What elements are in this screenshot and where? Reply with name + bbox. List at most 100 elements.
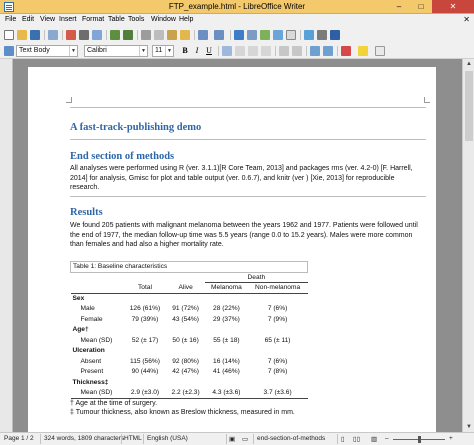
paragraph-style-combo[interactable]: Text Body ▼ — [16, 45, 78, 57]
vertical-scrollbar[interactable]: ▲ ▼ — [462, 59, 474, 432]
undo-icon[interactable] — [198, 30, 208, 40]
status-separator — [40, 434, 41, 444]
group-label: Thickness‡ — [72, 378, 109, 386]
menu-file[interactable]: File — [5, 16, 16, 23]
scroll-up-icon[interactable]: ▲ — [466, 61, 472, 67]
italic-button[interactable]: I — [192, 46, 202, 56]
column-header: Alive — [165, 282, 206, 294]
menu-help[interactable]: Help — [179, 16, 193, 23]
close-button[interactable]: ✕ — [432, 0, 474, 13]
table-cell: 55 (± 18) — [213, 336, 240, 344]
table-cell: 2.9 (±3.0) — [124, 387, 166, 399]
text-line: the end of 1977, the median follow-up ti… — [70, 231, 413, 239]
table-cell: 79 (39%) — [131, 315, 159, 323]
menu-insert[interactable]: Insert — [59, 16, 77, 23]
row-label: Mean (SD) — [70, 387, 124, 399]
align-center-icon[interactable] — [235, 46, 245, 56]
single-page-view-icon[interactable]: ▯ — [341, 435, 345, 443]
menu-format[interactable]: Format — [82, 16, 104, 23]
print-preview-icon[interactable] — [92, 30, 102, 40]
menu-edit[interactable]: Edit — [22, 16, 34, 23]
autospellcheck-icon[interactable] — [123, 30, 133, 40]
text-line: research. — [70, 184, 100, 191]
justify-icon[interactable] — [261, 46, 271, 56]
paragraph-style-value: Text Body — [19, 47, 50, 54]
toolbar-separator — [106, 30, 107, 40]
baseline-table[interactable]: Table 1: Baseline characteristics Death … — [70, 261, 308, 399]
edit-file-icon[interactable] — [48, 30, 58, 40]
zoom-out-icon[interactable]: – — [385, 435, 389, 442]
export-pdf-icon[interactable] — [66, 30, 76, 40]
menu-window[interactable]: Window — [151, 16, 176, 23]
signature-icon[interactable]: ▭ — [242, 435, 248, 443]
table-cell: 52 (± 17) — [131, 336, 159, 344]
align-right-icon[interactable] — [248, 46, 258, 56]
increase-indent-icon[interactable] — [310, 46, 320, 56]
print-icon[interactable] — [79, 30, 89, 40]
status-separator — [121, 434, 122, 444]
title-bar: FTP_example.html - LibreOffice Writer – … — [0, 0, 474, 14]
decrease-indent-icon[interactable] — [323, 46, 333, 56]
open-folder-icon[interactable] — [17, 30, 27, 40]
maximize-button[interactable]: □ — [410, 0, 432, 13]
paste-icon[interactable] — [167, 30, 177, 40]
hyperlink-icon[interactable] — [234, 30, 244, 40]
minimize-button[interactable]: – — [388, 0, 410, 13]
find-replace-icon[interactable] — [304, 30, 314, 40]
toolbar-separator — [230, 30, 231, 40]
navigator-icon[interactable] — [317, 30, 327, 40]
bullets-icon[interactable] — [279, 46, 289, 56]
menu-view[interactable]: View — [40, 16, 55, 23]
current-section: end-section-of-methods — [257, 435, 326, 442]
redo-icon[interactable] — [214, 30, 224, 40]
spellcheck-icon[interactable] — [110, 30, 120, 40]
document-page[interactable]: A fast-track-publishing demo End section… — [28, 67, 436, 432]
insert-chart-icon[interactable] — [273, 30, 283, 40]
scrollbar-thumb[interactable] — [465, 71, 473, 141]
save-icon[interactable] — [30, 30, 40, 40]
page-indicator[interactable]: Page 1 / 2 — [4, 435, 34, 442]
formatting-toolbar: Text Body ▼ Calibri ▼ 11 ▼ B I U — [0, 43, 474, 59]
book-view-icon[interactable]: ▥ — [371, 435, 377, 443]
text-language[interactable]: English (USA) — [147, 435, 188, 442]
highlight-color-icon[interactable] — [358, 46, 368, 56]
clone-formatting-icon[interactable] — [180, 30, 190, 40]
table-cell — [124, 272, 166, 283]
table-cell: 41 (46%) — [213, 368, 240, 376]
row-label: Female — [80, 315, 103, 323]
new-document-icon[interactable] — [4, 30, 14, 40]
bold-button[interactable]: B — [180, 46, 190, 56]
font-name-value: Calibri — [87, 47, 107, 54]
insert-mode-icon[interactable]: ▣ — [229, 435, 235, 443]
word-count[interactable]: 324 words, 1809 characters — [44, 435, 124, 442]
styles-icon[interactable] — [4, 46, 14, 56]
font-color-icon[interactable] — [341, 46, 351, 56]
text-line: 2014] for analysis, Gmisc for plot and t… — [70, 174, 395, 182]
numbering-icon[interactable] — [292, 46, 302, 56]
copy-icon[interactable] — [154, 30, 164, 40]
table-cell: 50 (± 16) — [172, 336, 199, 344]
font-name-combo[interactable]: Calibri ▼ — [84, 45, 148, 57]
menu-table[interactable]: Table — [108, 16, 125, 23]
menu-tools[interactable]: Tools — [128, 16, 144, 23]
chevron-down-icon: ▼ — [165, 46, 173, 56]
background-color-icon[interactable] — [375, 46, 385, 56]
zoom-in-icon[interactable]: + — [449, 435, 453, 442]
close-document-icon[interactable]: ✕ — [463, 15, 470, 24]
formatting-marks-icon[interactable] — [330, 30, 340, 40]
cut-icon[interactable] — [141, 30, 151, 40]
frame-icon[interactable] — [286, 30, 296, 40]
group-label: Ulceration — [72, 347, 105, 355]
column-header: Non-melanoma — [247, 282, 308, 294]
underline-button[interactable]: U — [204, 46, 214, 56]
scroll-down-icon[interactable]: ▼ — [466, 424, 472, 430]
font-size-combo[interactable]: 11 ▼ — [152, 45, 174, 57]
toolbar-separator — [218, 46, 219, 56]
align-left-icon[interactable] — [222, 46, 232, 56]
text-line: All analyses were performed using R (ver… — [70, 165, 413, 172]
zoom-slider-handle[interactable] — [418, 436, 421, 443]
insert-image-icon[interactable] — [260, 30, 270, 40]
results-paragraph: We found 205 patients with malignant mel… — [70, 221, 426, 250]
multi-page-view-icon[interactable]: ▯▯ — [353, 435, 360, 443]
insert-table-icon[interactable] — [247, 30, 257, 40]
